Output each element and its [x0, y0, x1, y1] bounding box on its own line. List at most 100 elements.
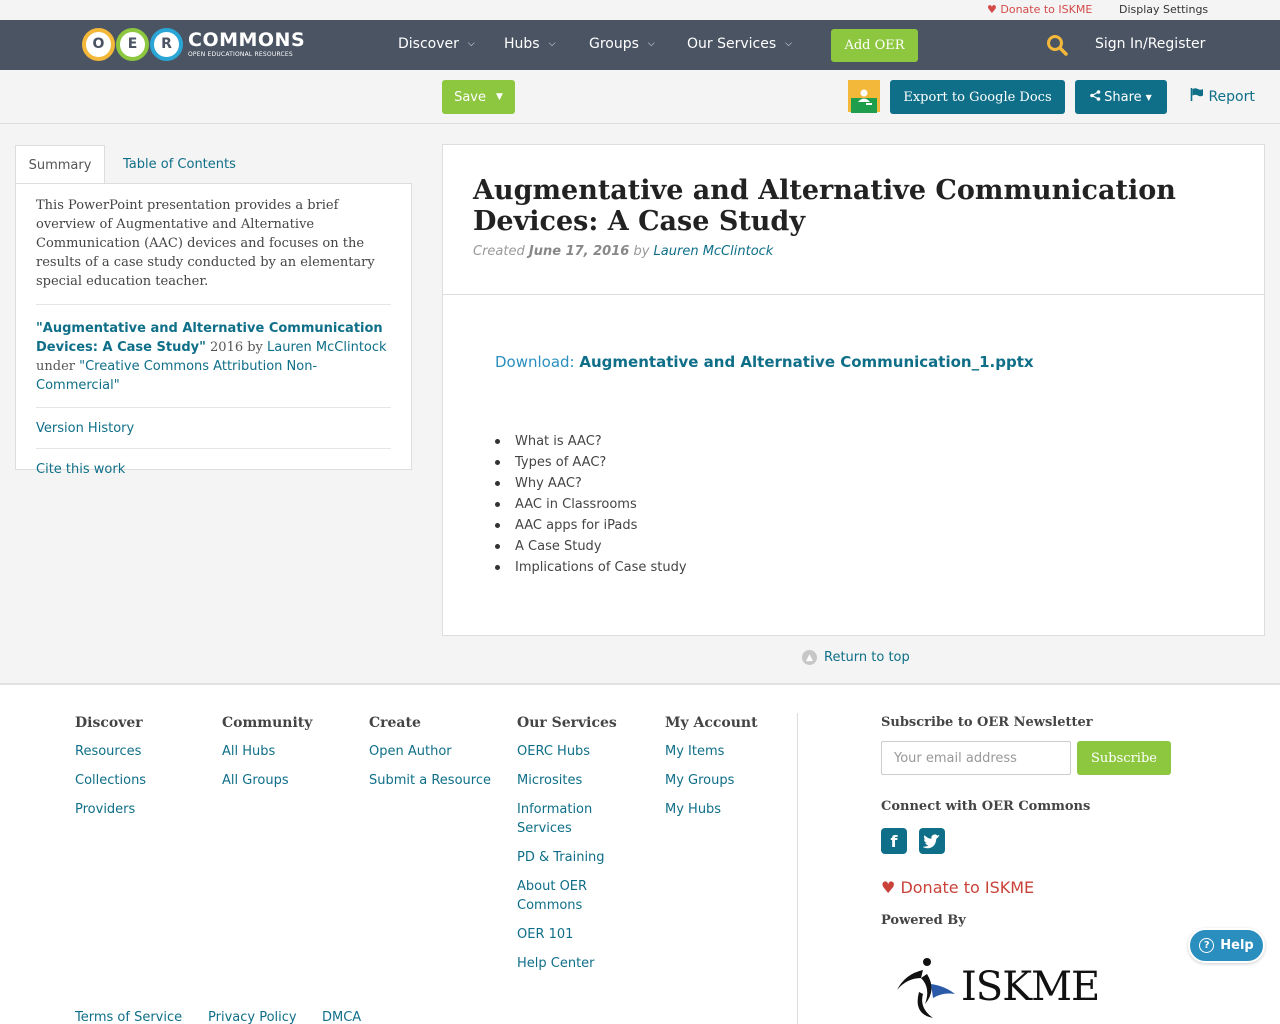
- footer-link-collections[interactable]: Collections: [75, 771, 146, 790]
- nav-hubs[interactable]: Hubs ⌵: [504, 36, 555, 52]
- footer-link-microsites[interactable]: Microsites: [517, 771, 627, 790]
- logo-letter-e: E: [116, 27, 149, 61]
- resource-meta: Created June 17, 2016 by Lauren McClinto…: [473, 244, 1234, 259]
- attribution-author-link[interactable]: Lauren McClintock: [267, 340, 387, 355]
- created-label: Created: [473, 244, 529, 259]
- heart-icon: ♥: [881, 878, 896, 897]
- nav-label: Discover: [398, 36, 459, 52]
- report-link[interactable]: Report: [1190, 88, 1255, 105]
- terms-of-service-link[interactable]: Terms of Service: [75, 1010, 182, 1024]
- download-label: Download:: [495, 353, 580, 371]
- tab-summary[interactable]: Summary: [15, 145, 105, 184]
- twitter-icon[interactable]: [919, 828, 945, 854]
- footer-link-information-services[interactable]: Information Services: [517, 800, 627, 838]
- chevron-down-icon: ⌵: [785, 39, 792, 49]
- footer-link-oerc-hubs[interactable]: OERC Hubs: [517, 742, 627, 761]
- add-oer-button[interactable]: Add OER: [831, 29, 918, 62]
- iskme-logo[interactable]: ISKME: [893, 954, 1201, 1020]
- return-to-top-link[interactable]: ▲ Return to top: [802, 650, 910, 665]
- list-item: What is AAC?: [495, 431, 687, 452]
- footer-link-my-groups[interactable]: My Groups: [665, 771, 758, 790]
- iskme-mark-icon: [897, 958, 955, 1018]
- list-item: Why AAC?: [495, 473, 687, 494]
- chevron-up-icon: ▲: [802, 650, 817, 665]
- footer-link-all-hubs[interactable]: All Hubs: [222, 742, 312, 761]
- nav-discover[interactable]: Discover ⌵: [398, 36, 475, 52]
- display-settings-link[interactable]: Display Settings: [1119, 3, 1208, 16]
- save-button[interactable]: Save ▼: [442, 80, 515, 114]
- subscribe-row: Subscribe: [881, 741, 1201, 775]
- utility-bar: ♥ Donate to ISKME Display Settings: [0, 0, 1280, 20]
- footer-col-community: Community All Hubs All Groups: [222, 715, 312, 800]
- search-icon[interactable]: [1046, 34, 1068, 56]
- resource-header: Augmentative and Alternative Communicati…: [443, 145, 1264, 295]
- list-item: AAC apps for iPads: [495, 515, 687, 536]
- list-item: A Case Study: [495, 536, 687, 557]
- footer-donate-link[interactable]: ♥ Donate to ISKME: [881, 878, 1201, 897]
- list-item: Implications of Case study: [495, 557, 687, 578]
- share-label: Share: [1104, 89, 1142, 105]
- logo-letter-o: O: [82, 27, 115, 61]
- resource-toolbar: Save ▼ Export to Google Docs Share ▼ Repor…: [0, 70, 1280, 124]
- nav-groups[interactable]: Groups ⌵: [589, 36, 655, 52]
- footer-heading: My Account: [665, 715, 758, 731]
- save-label: Save: [454, 89, 486, 105]
- footer-link-my-hubs[interactable]: My Hubs: [665, 800, 758, 819]
- chevron-down-icon: ⌵: [548, 39, 556, 49]
- footer-heading: Community: [222, 715, 313, 731]
- footer-link-open-author[interactable]: Open Author: [369, 742, 491, 761]
- nav-label: Hubs: [504, 36, 540, 52]
- newsletter-heading: Subscribe to OER Newsletter: [881, 715, 1093, 730]
- nav-label: Groups: [589, 36, 639, 52]
- google-classroom-icon[interactable]: [848, 80, 880, 113]
- license-link[interactable]: "Creative Commons Attribution Non-Commer…: [36, 359, 317, 393]
- attribution-block: "Augmentative and Alternative Communicat…: [36, 305, 391, 408]
- footer-link-submit-resource[interactable]: Submit a Resource: [369, 771, 491, 790]
- footer-link-pd-training[interactable]: PD & Training: [517, 848, 627, 867]
- share-icon: [1090, 89, 1101, 105]
- donate-link[interactable]: ♥ Donate to ISKME: [987, 3, 1092, 16]
- cite-this-work-link[interactable]: Cite this work: [36, 449, 391, 489]
- attribution-year: 2016 by: [205, 340, 268, 355]
- footer-col-discover: Discover Resources Collections Providers: [75, 715, 146, 829]
- footer-link-help-center[interactable]: Help Center: [517, 954, 627, 973]
- download-file-link[interactable]: Augmentative and Alternative Communicati…: [579, 353, 1033, 371]
- tab-table-of-contents[interactable]: Table of Contents: [123, 145, 236, 184]
- share-button[interactable]: Share ▼: [1075, 80, 1167, 114]
- list-item: AAC in Classrooms: [495, 494, 687, 515]
- oer-commons-logo[interactable]: O E R COMMONS OPEN EDUCATIONAL RESOURCES: [82, 24, 305, 64]
- footer-link-all-groups[interactable]: All Groups: [222, 771, 312, 790]
- footer-link-oer-101[interactable]: OER 101: [517, 925, 627, 944]
- footer-heading: Our Services: [517, 715, 617, 731]
- facebook-icon[interactable]: f: [881, 828, 907, 854]
- report-label: Report: [1208, 89, 1255, 105]
- caret-down-icon: ▼: [496, 92, 503, 102]
- iskme-wordmark: ISKME: [961, 964, 1100, 1010]
- footer-link-providers[interactable]: Providers: [75, 800, 146, 819]
- version-history-link[interactable]: Version History: [36, 408, 391, 449]
- footer-link-my-items[interactable]: My Items: [665, 742, 758, 761]
- privacy-policy-link[interactable]: Privacy Policy: [208, 1010, 297, 1024]
- flag-icon: [1190, 88, 1208, 105]
- footer-col-our-services: Our Services OERC Hubs Microsites Inform…: [517, 715, 627, 983]
- footer-heading: Discover: [75, 715, 143, 731]
- author-link[interactable]: Lauren McClintock: [654, 244, 774, 259]
- subscribe-button[interactable]: Subscribe: [1077, 741, 1171, 775]
- help-button[interactable]: ? Help: [1188, 928, 1265, 963]
- sign-in-register-link[interactable]: Sign In/Register: [1095, 36, 1205, 52]
- summary-panel: This PowerPoint presentation provides a …: [15, 183, 412, 477]
- resource-summary: This PowerPoint presentation provides a …: [36, 196, 391, 305]
- connect-heading: Connect with OER Commons: [881, 799, 1091, 814]
- resource-content: Augmentative and Alternative Communicati…: [442, 144, 1265, 636]
- chevron-down-icon: ⌵: [647, 39, 655, 49]
- nav-our-services[interactable]: Our Services ⌵: [687, 36, 792, 52]
- footer-link-about[interactable]: About OER Commons: [517, 877, 627, 915]
- footer-donate-label: Donate to ISKME: [900, 878, 1035, 897]
- dmca-link[interactable]: DMCA: [322, 1010, 361, 1024]
- logo-letter-r: R: [150, 27, 183, 61]
- site-footer: Discover Resources Collections Providers…: [0, 683, 1280, 1024]
- email-field[interactable]: [881, 741, 1071, 775]
- export-google-docs-button[interactable]: Export to Google Docs: [890, 80, 1065, 114]
- footer-link-resources[interactable]: Resources: [75, 742, 146, 761]
- footer-divider: [797, 713, 798, 1024]
